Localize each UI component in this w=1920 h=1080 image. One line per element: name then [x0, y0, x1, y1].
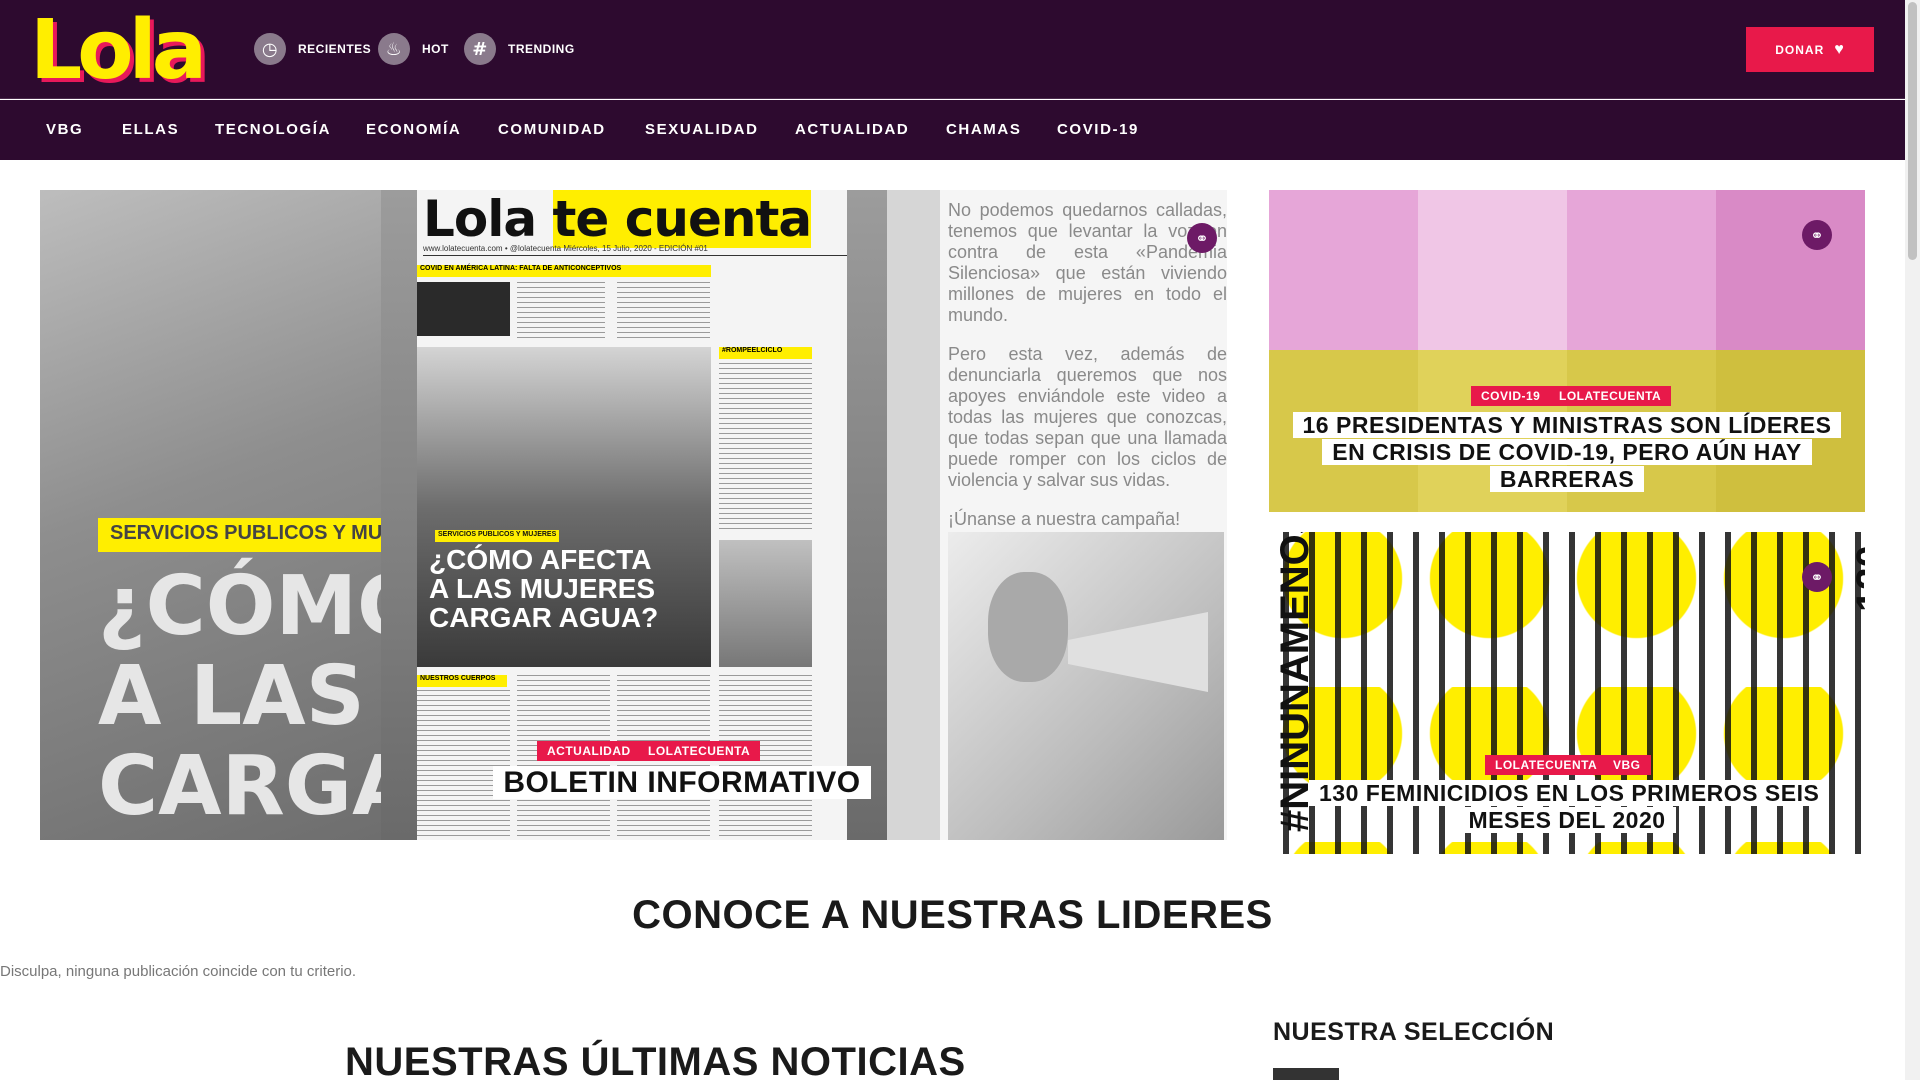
- campaign-text-panel: No podemos quedarnos calladas, tenemos q…: [940, 190, 1227, 840]
- newsletter-section-label: #ROMPEELCICLO: [719, 347, 812, 359]
- hero-left-image: SERVICIOS PUBLICOS Y MU ¿CÓMO A LAS M CA…: [40, 190, 475, 840]
- share-icon[interactable]: ⚭: [1802, 562, 1832, 592]
- share-icon[interactable]: ⚭: [1187, 223, 1217, 253]
- leaders-section-title: CONOCE A NUESTRAS LIDERES: [632, 893, 1273, 937]
- post-card[interactable]: ⚭ COVID-19 LOLATECUENTA 16 PRESIDENTAS Y…: [1269, 190, 1865, 512]
- nav-item-chamas[interactable]: CHAMAS: [946, 121, 1021, 138]
- heart-icon: ♥: [1834, 40, 1845, 58]
- newsletter-text-block: [719, 363, 812, 533]
- newsletter-section-label: NUESTROS CUERPOS: [417, 675, 507, 687]
- newsletter-text-block: [517, 282, 605, 340]
- quick-link-hot[interactable]: ♨ HOT: [378, 33, 449, 65]
- campaign-paragraph: Pero esta vez, además de denunciarla que…: [948, 344, 1227, 490]
- donate-button[interactable]: DONAR ♥: [1746, 27, 1874, 72]
- category-tag[interactable]: LOLATECUENTA: [1549, 386, 1672, 406]
- scrollbar-thumb[interactable]: [1908, 2, 1917, 260]
- newsletter-title: Lola te cuenta: [423, 190, 812, 248]
- hero-left-band: SERVICIOS PUBLICOS Y MU: [98, 518, 381, 552]
- card-title[interactable]: 16 PRESIDENTAS Y MINISTRAS SON LÍDERES E…: [1289, 412, 1845, 493]
- quick-link-trending[interactable]: # TRENDING: [464, 33, 575, 65]
- quick-link-label: RECIENTES: [298, 42, 372, 56]
- nav-item-comunidad[interactable]: COMUNIDAD: [498, 121, 606, 138]
- empty-results-message: Disculpa, ninguna publicación coincide c…: [0, 963, 357, 980]
- category-tag[interactable]: ACTUALIDAD: [537, 741, 641, 761]
- newsletter-section-label: COVID EN AMÉRICA LATINA: FALTA DE ANTICO…: [417, 265, 711, 277]
- campaign-paragraph: No podemos quedarnos calladas, tenemos q…: [948, 200, 1227, 325]
- newsletter-photo-tag: SERVICIOS PUBLICOS Y MUJERES: [435, 530, 560, 542]
- latest-news-title: NUESTRAS ÚLTIMAS NOTICIAS: [345, 1040, 966, 1080]
- nav-item-covid19[interactable]: COVID-19: [1057, 121, 1139, 138]
- post-card[interactable]: #NINUNAMENOS 130 MUJERES ⚭ LOLATECUENTA …: [1269, 532, 1865, 854]
- nav-item-vbg[interactable]: VBG: [46, 121, 83, 138]
- newsletter-image: [417, 282, 510, 336]
- category-tag[interactable]: COVID-19: [1471, 386, 1551, 406]
- quick-link-label: HOT: [422, 42, 449, 56]
- card-image: [1269, 190, 1418, 350]
- category-tag[interactable]: LOLATECUENTA: [1485, 755, 1608, 775]
- category-tag[interactable]: VBG: [1603, 755, 1651, 775]
- card-side-text: 130 MUJERES: [1849, 532, 1865, 612]
- campaign-paragraph: ¡Únanse a nuestra campaña!: [948, 509, 1181, 529]
- quick-link-label: TRENDING: [508, 42, 575, 56]
- newsletter-side-photo: [719, 540, 812, 667]
- flame-icon: ♨: [378, 33, 410, 65]
- clock-icon: ◷: [254, 33, 286, 65]
- nav-item-ellas[interactable]: ELLAS: [122, 121, 179, 138]
- megaphone-photo: [948, 532, 1224, 840]
- hero-featured-post[interactable]: SERVICIOS PUBLICOS Y MU ¿CÓMO A LAS M CA…: [40, 190, 1227, 840]
- nav-item-sexualidad[interactable]: SEXUALIDAD: [645, 121, 759, 138]
- newsletter-meta: www.lolatecuenta.com • @lolatecuenta Mié…: [423, 244, 847, 256]
- site-logo[interactable]: Lola: [30, 10, 207, 92]
- quick-link-recientes[interactable]: ◷ RECIENTES: [254, 33, 371, 65]
- category-tag[interactable]: LOLATECUENTA: [638, 741, 761, 761]
- newsletter-text-block: [617, 282, 710, 340]
- nav-item-actualidad[interactable]: ACTUALIDAD: [795, 121, 909, 138]
- top-header: Lola ◷ RECIENTES ♨ HOT # TRENDING DONAR …: [0, 0, 1905, 99]
- donate-label: DONAR: [1775, 42, 1825, 57]
- newsletter-headline: ¿CÓMO AFECTA A LAS MUJERES CARGAR AGUA?: [429, 544, 659, 633]
- selection-title: NUESTRA SELECCIÓN: [1273, 1018, 1555, 1046]
- share-icon[interactable]: ⚭: [1802, 220, 1832, 250]
- category-nav: VBG ELLAS TECNOLOGÍA ECONOMÍA COMUNIDAD …: [0, 100, 1905, 160]
- nav-item-tecnologia[interactable]: TECNOLOGÍA: [215, 121, 331, 138]
- selection-thumbnail[interactable]: [1273, 1068, 1339, 1080]
- hero-title[interactable]: BOLETIN INFORMATIVO: [457, 766, 907, 800]
- nav-item-economia[interactable]: ECONOMÍA: [366, 121, 461, 138]
- newsletter-text-block: [417, 690, 510, 840]
- hashtag-icon: #: [464, 33, 496, 65]
- card-title[interactable]: 130 FEMINICIDIOS EN LOS PRIMEROS SEIS ME…: [1309, 780, 1830, 834]
